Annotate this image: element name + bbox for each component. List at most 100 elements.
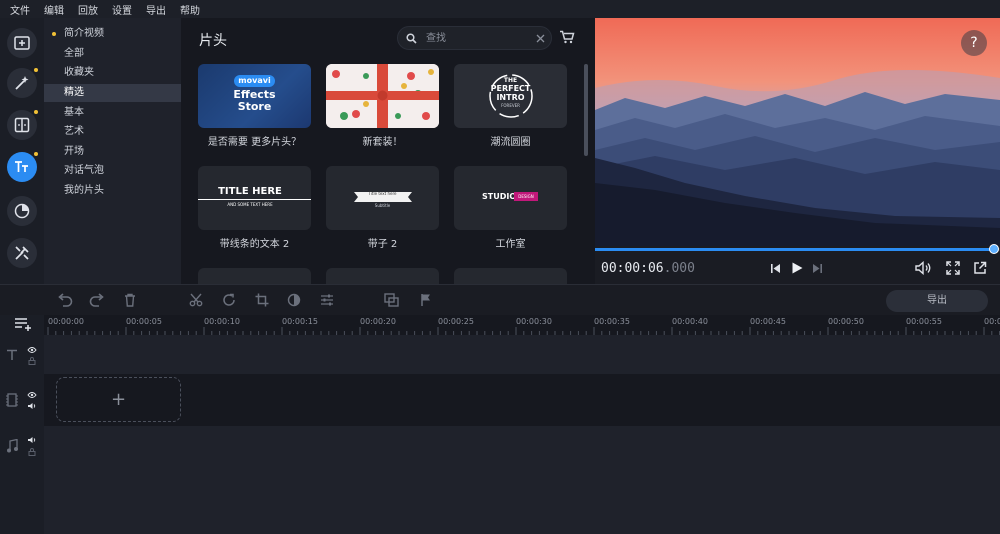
title-tile-effects-store[interactable]: movavi Effects Store [198, 64, 311, 128]
sliders-icon [321, 294, 333, 306]
new-dot [52, 32, 56, 36]
category-label: 我的片头 [64, 185, 104, 196]
titles-button[interactable] [7, 152, 37, 182]
ruler-label: 00:00:35 [594, 317, 630, 326]
ruler-label: 00:00:55 [906, 317, 942, 326]
detach-preview-icon[interactable] [973, 261, 987, 275]
text-track-icon [7, 349, 17, 360]
category-favorites[interactable]: 收藏夹 [44, 64, 181, 82]
video-track-icon [6, 393, 18, 407]
category-art[interactable]: 艺术 [44, 123, 181, 141]
category-basic[interactable]: 基本 [44, 104, 181, 122]
undo-button[interactable] [56, 291, 74, 309]
category-featured[interactable]: 精选 [44, 84, 181, 102]
clear-icon[interactable] [536, 34, 545, 43]
help-button[interactable]: ? [961, 30, 987, 56]
tile-label: 带线条的文本 2 [219, 239, 290, 250]
tile-label: 工作室 [495, 239, 526, 250]
video-preview[interactable]: ? [595, 18, 1000, 246]
clip-properties-button[interactable] [318, 291, 336, 309]
skip-forward-icon[interactable] [812, 263, 823, 274]
visibility-icon[interactable] [27, 391, 37, 399]
title-tile[interactable] [198, 268, 311, 284]
progress-knob[interactable] [989, 244, 999, 254]
lock-icon[interactable] [27, 357, 37, 365]
menu-export[interactable]: 导出 [146, 2, 166, 17]
category-intro-video[interactable]: 简介视频 [44, 25, 181, 43]
add-track-icon[interactable] [14, 317, 32, 331]
color-adjust-icon [287, 293, 301, 307]
magic-wand-icon [15, 76, 29, 90]
filters-button[interactable] [7, 68, 37, 98]
tile-text: Store [237, 100, 272, 113]
more-tools-button[interactable] [7, 238, 37, 268]
search-box[interactable] [397, 26, 552, 50]
video-track[interactable] [44, 374, 1000, 426]
playback-progress[interactable] [595, 248, 995, 251]
transitions-button[interactable] [7, 110, 37, 140]
gift-pattern-image [326, 64, 439, 128]
cart-icon[interactable] [559, 30, 575, 44]
speaker-icon[interactable] [27, 402, 37, 410]
rotate-button[interactable] [220, 291, 238, 309]
ruler-label: 00:0 [984, 317, 1000, 326]
title-tile-trendy-circle[interactable]: THE PERFECT INTRO FOREVER [454, 64, 567, 128]
menu-playback[interactable]: 回放 [78, 2, 98, 17]
tile-label: 带子 2 [367, 239, 398, 250]
overlay-button[interactable] [383, 291, 401, 309]
add-media-dropzone[interactable]: + [56, 377, 181, 422]
tile-text: AND SOME TEXT HERE [227, 202, 273, 207]
search-input[interactable] [426, 30, 526, 46]
title-tile-text-with-lines[interactable]: TITLE HERE AND SOME TEXT HERE [198, 166, 311, 230]
scissors-icon [189, 293, 203, 307]
ruler-label: 00:00:00 [48, 317, 84, 326]
category-all[interactable]: 全部 [44, 45, 181, 63]
marker-button[interactable] [417, 291, 435, 309]
ruler-label: 00:00:10 [204, 317, 240, 326]
content-scrollbar[interactable] [584, 64, 588, 156]
title-tile-ribbon[interactable]: Title text here Subtitle [326, 166, 439, 230]
volume-icon[interactable] [915, 261, 932, 275]
overlay-icon [384, 293, 399, 307]
text-track[interactable] [44, 335, 1000, 374]
export-button[interactable]: 导出 [886, 290, 988, 312]
fullscreen-icon[interactable] [946, 261, 960, 275]
visibility-icon[interactable] [27, 346, 37, 354]
stickers-button[interactable] [7, 196, 37, 226]
menu-help[interactable]: 帮助 [180, 2, 200, 17]
import-files-button[interactable] [7, 28, 37, 58]
redo-icon [89, 293, 104, 307]
delete-button[interactable] [121, 291, 139, 309]
title-tile-new-pack[interactable] [326, 64, 439, 128]
category-my-titles[interactable]: 我的片头 [44, 182, 181, 200]
speaker-icon[interactable] [27, 436, 37, 444]
title-tile[interactable] [454, 268, 567, 284]
title-tile[interactable] [326, 268, 439, 284]
ruler-ticks [47, 327, 1000, 335]
skip-back-icon[interactable] [770, 263, 781, 274]
menu-settings[interactable]: 设置 [112, 2, 132, 17]
color-adjust-button[interactable] [285, 291, 303, 309]
brand-logo: movavi [234, 75, 275, 87]
category-label: 精选 [64, 87, 84, 98]
cut-button[interactable] [187, 291, 205, 309]
menu-edit[interactable]: 编辑 [44, 2, 64, 17]
tile-text: Subtitle [374, 203, 391, 208]
title-tile-studio[interactable]: STUDIO DESIGN [454, 166, 567, 230]
category-speech-bubbles[interactable]: 对话气泡 [44, 162, 181, 180]
notification-dot [34, 68, 38, 72]
audio-track[interactable] [44, 426, 1000, 534]
transition-icon [14, 117, 30, 133]
redo-button[interactable] [88, 291, 106, 309]
tool-rail [0, 18, 44, 284]
play-icon[interactable] [790, 261, 804, 275]
track-headers [0, 315, 44, 534]
titles-icon [15, 161, 28, 172]
crop-button[interactable] [253, 291, 271, 309]
category-label: 基本 [64, 107, 84, 118]
timecode-main: 00:00:06 [601, 261, 664, 276]
timeline-ruler[interactable]: 00:00:00 00:00:05 00:00:10 00:00:15 00:0… [44, 315, 1000, 335]
menu-file[interactable]: 文件 [10, 2, 30, 17]
lock-icon[interactable] [27, 448, 37, 456]
category-opening[interactable]: 开场 [44, 143, 181, 161]
